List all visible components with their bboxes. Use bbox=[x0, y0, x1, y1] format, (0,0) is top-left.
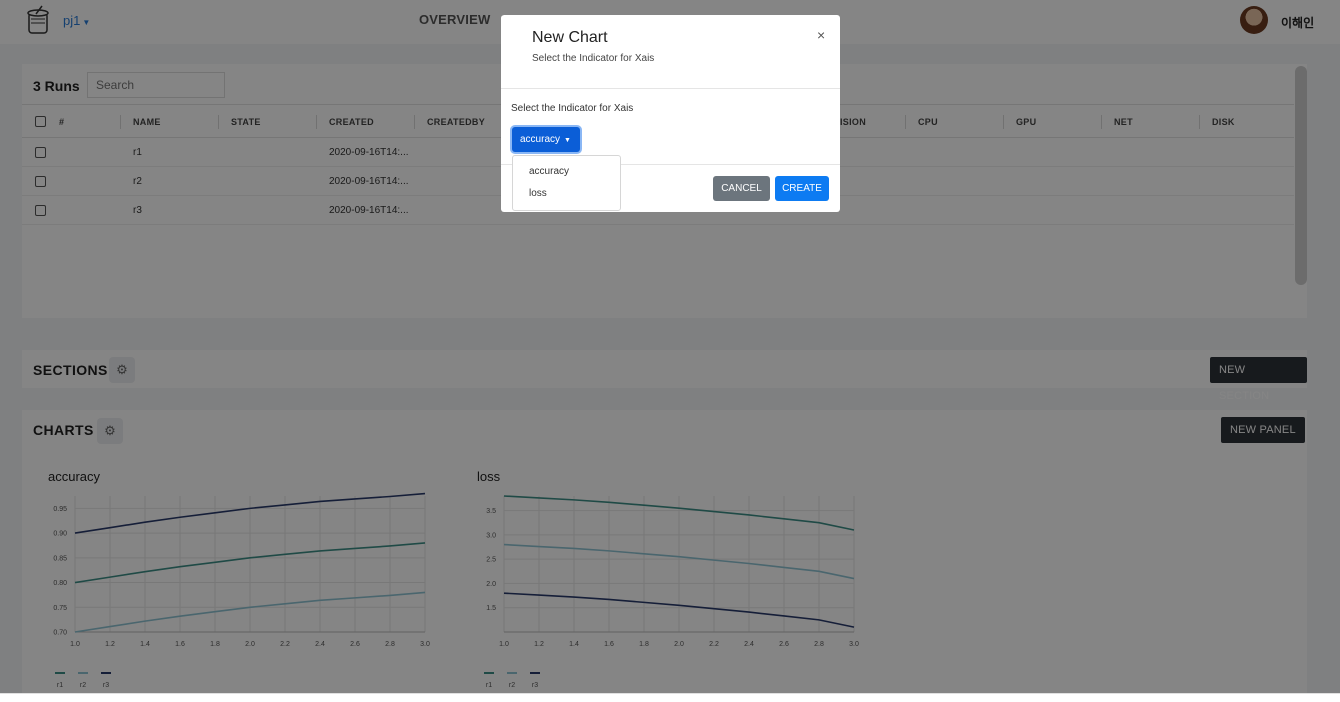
dropdown-option-accuracy[interactable]: accuracy bbox=[529, 166, 569, 177]
modal-subtitle: Select the Indicator for Xais bbox=[532, 53, 655, 64]
dropdown-selected-value: accuracy bbox=[520, 134, 561, 145]
indicator-dropdown-button[interactable]: accuracy ▼ bbox=[512, 127, 580, 152]
modal-header: New Chart Select the Indicator for Xais … bbox=[501, 15, 840, 89]
indicator-label: Select the Indicator for Xais bbox=[511, 103, 634, 114]
dropdown-option-loss[interactable]: loss bbox=[529, 188, 547, 199]
bottom-strip bbox=[0, 693, 1340, 702]
modal-title: New Chart bbox=[532, 29, 608, 46]
cancel-button[interactable]: CANCEL bbox=[713, 176, 770, 201]
chevron-down-icon: ▼ bbox=[562, 137, 571, 144]
close-icon[interactable]: × bbox=[817, 27, 825, 43]
indicator-dropdown-menu: accuracy loss bbox=[512, 155, 621, 211]
create-button[interactable]: CREATE bbox=[775, 176, 829, 201]
